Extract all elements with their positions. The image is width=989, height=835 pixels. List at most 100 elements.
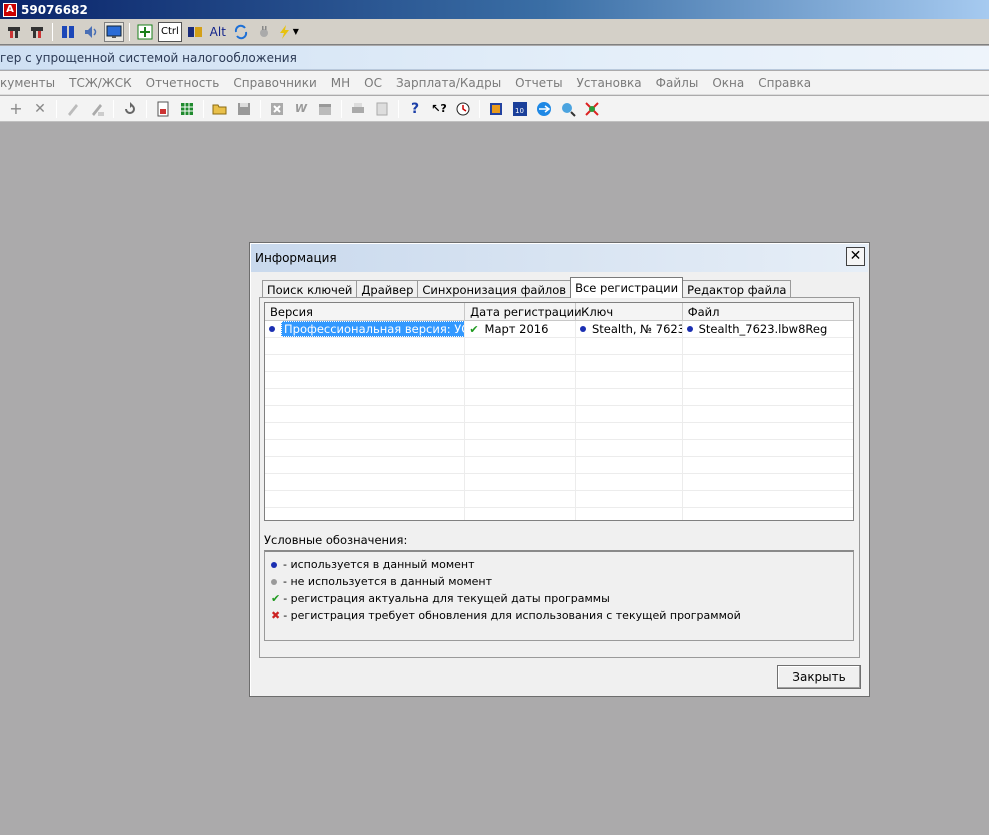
table-row <box>265 423 853 440</box>
ctrl-key-button[interactable]: Ctrl <box>158 21 182 42</box>
app-caption: гер с упрощенной системой налогообложени… <box>0 46 989 70</box>
menu-tszh[interactable]: ТСЖ/ЖСК <box>62 76 139 90</box>
save-icon[interactable] <box>234 99 254 119</box>
menu-setup[interactable]: Установка <box>570 76 649 90</box>
gray-dot-icon <box>271 578 277 585</box>
column-header-file[interactable]: Файл <box>683 303 853 320</box>
version-text: Профессиональная версия: УСН <box>281 321 465 337</box>
menu-os[interactable]: ОС <box>357 76 389 90</box>
network-icon[interactable] <box>582 99 602 119</box>
table-row <box>265 338 853 355</box>
toolbar-separator <box>129 22 130 41</box>
lightning-dropdown-icon[interactable]: ▼ <box>277 22 299 42</box>
cell-file[interactable]: Stealth_7623.lbw8Reg <box>683 321 853 337</box>
menu-documents[interactable]: кументы <box>0 76 62 90</box>
app-logo-icon: A <box>3 2 17 17</box>
tab-key-search[interactable]: Поиск ключей <box>262 280 358 298</box>
chevron-down-icon: ▼ <box>292 27 299 36</box>
dialog-titlebar[interactable]: Информация <box>251 244 868 272</box>
toolbar-separator <box>479 99 480 118</box>
teamviewer-icon[interactable] <box>534 99 554 119</box>
column-header-version[interactable]: Версия <box>265 303 466 320</box>
toolbar-separator <box>341 99 342 118</box>
green-check-icon: ✔ <box>469 322 479 336</box>
legend-item: ✔ - регистрация актуальна для текущей да… <box>271 590 847 607</box>
plug-icon[interactable] <box>4 22 24 42</box>
blue-dot-icon <box>686 326 693 332</box>
menu-files[interactable]: Файлы <box>649 76 706 90</box>
panels-icon[interactable] <box>58 22 78 42</box>
column-header-key[interactable]: Ключ <box>576 303 683 320</box>
table-row[interactable]: Профессиональная версия: УСН ✔ Март 2016… <box>265 321 853 338</box>
preview-icon[interactable] <box>372 99 392 119</box>
cell-version[interactable]: Профессиональная версия: УСН <box>265 321 466 337</box>
table-row <box>265 406 853 423</box>
plug-gray-icon[interactable] <box>254 22 274 42</box>
table-row <box>265 389 853 406</box>
refresh-arrows-icon[interactable] <box>231 22 251 42</box>
cell-date[interactable]: ✔ Март 2016 <box>465 321 576 337</box>
information-dialog: Информация ✕ Поиск ключей Драйвер Синхро… <box>249 242 870 697</box>
export-x-icon[interactable] <box>267 99 287 119</box>
cell-key[interactable]: Stealth, № 7623 <box>576 321 683 337</box>
close-button[interactable]: Закрыть <box>777 665 861 689</box>
file-text: Stealth_7623.lbw8Reg <box>698 322 828 336</box>
app-toolbar: + ✕ W ? ↖? 10 <box>0 96 989 122</box>
menu-windows[interactable]: Окна <box>705 76 751 90</box>
archive-icon[interactable] <box>315 99 335 119</box>
menu-payroll[interactable]: Зарплата/Кадры <box>389 76 508 90</box>
table-row <box>265 474 853 491</box>
menu-references[interactable]: Справочники <box>226 76 323 90</box>
tab-driver[interactable]: Драйвер <box>356 280 419 298</box>
table-row <box>265 491 853 508</box>
tab-panel-all-registrations: Версия Дата регистрации Ключ Файл Профес… <box>259 297 860 658</box>
clock-icon[interactable] <box>453 99 473 119</box>
svg-text:10: 10 <box>515 107 524 115</box>
menu-help[interactable]: Справка <box>751 76 818 90</box>
toolbar-separator <box>203 99 204 118</box>
unplug-icon[interactable] <box>27 22 47 42</box>
help-icon[interactable]: ? <box>405 99 425 119</box>
edit-all-icon[interactable] <box>87 99 107 119</box>
monitor-icon[interactable] <box>104 21 124 42</box>
print-icon[interactable] <box>348 99 368 119</box>
spreadsheet-icon[interactable] <box>177 99 197 119</box>
toolbar-separator <box>260 99 261 118</box>
search-globe-icon[interactable] <box>558 99 578 119</box>
menu-mn[interactable]: МН <box>324 76 357 90</box>
menu-reporting[interactable]: Отчетность <box>139 76 227 90</box>
fullscreen-icon[interactable] <box>135 22 155 42</box>
speaker-icon[interactable] <box>81 22 101 42</box>
open-folder-icon[interactable] <box>210 99 230 119</box>
dialog-close-icon[interactable]: ✕ <box>846 247 865 266</box>
doc-a-icon[interactable] <box>153 99 173 119</box>
registrations-table[interactable]: Версия Дата регистрации Ключ Файл Профес… <box>264 302 854 521</box>
legend-item: ✖ - регистрация требует обновления для и… <box>271 607 847 624</box>
menu-reports[interactable]: Отчеты <box>508 76 569 90</box>
table-row <box>265 457 853 474</box>
ie10-icon[interactable]: 10 <box>510 99 530 119</box>
legend-text: - регистрация актуальна для текущей даты… <box>283 592 610 605</box>
toolbar-separator <box>113 99 114 118</box>
legend-text: - регистрация требует обновления для исп… <box>283 609 741 622</box>
edit-icon[interactable] <box>63 99 83 119</box>
delete-icon[interactable]: ✕ <box>30 99 50 119</box>
tab-all-registrations[interactable]: Все регистрации <box>570 277 684 298</box>
column-header-date[interactable]: Дата регистрации <box>465 303 582 320</box>
remote-window-titlebar: A 59076682 <box>0 0 989 19</box>
book-icon[interactable] <box>486 99 506 119</box>
tab-strip: Поиск ключей Драйвер Синхронизация файло… <box>262 277 792 298</box>
remote-window-title: 59076682 <box>21 2 88 17</box>
tab-file-sync[interactable]: Синхронизация файлов <box>417 280 572 298</box>
alt-key-button[interactable]: Alt <box>208 22 228 42</box>
dialog-title: Информация <box>255 251 337 265</box>
menu-bar: кументы ТСЖ/ЖСК Отчетность Справочники М… <box>0 71 989 95</box>
context-help-icon[interactable]: ↖? <box>429 99 449 119</box>
export-w-icon[interactable]: W <box>291 99 311 119</box>
keyboard-flag-icon[interactable] <box>185 22 205 42</box>
tab-file-editor[interactable]: Редактор файла <box>682 280 792 298</box>
refresh-icon[interactable] <box>120 99 140 119</box>
table-row <box>265 355 853 372</box>
add-icon[interactable]: + <box>6 99 26 119</box>
table-row <box>265 508 853 520</box>
